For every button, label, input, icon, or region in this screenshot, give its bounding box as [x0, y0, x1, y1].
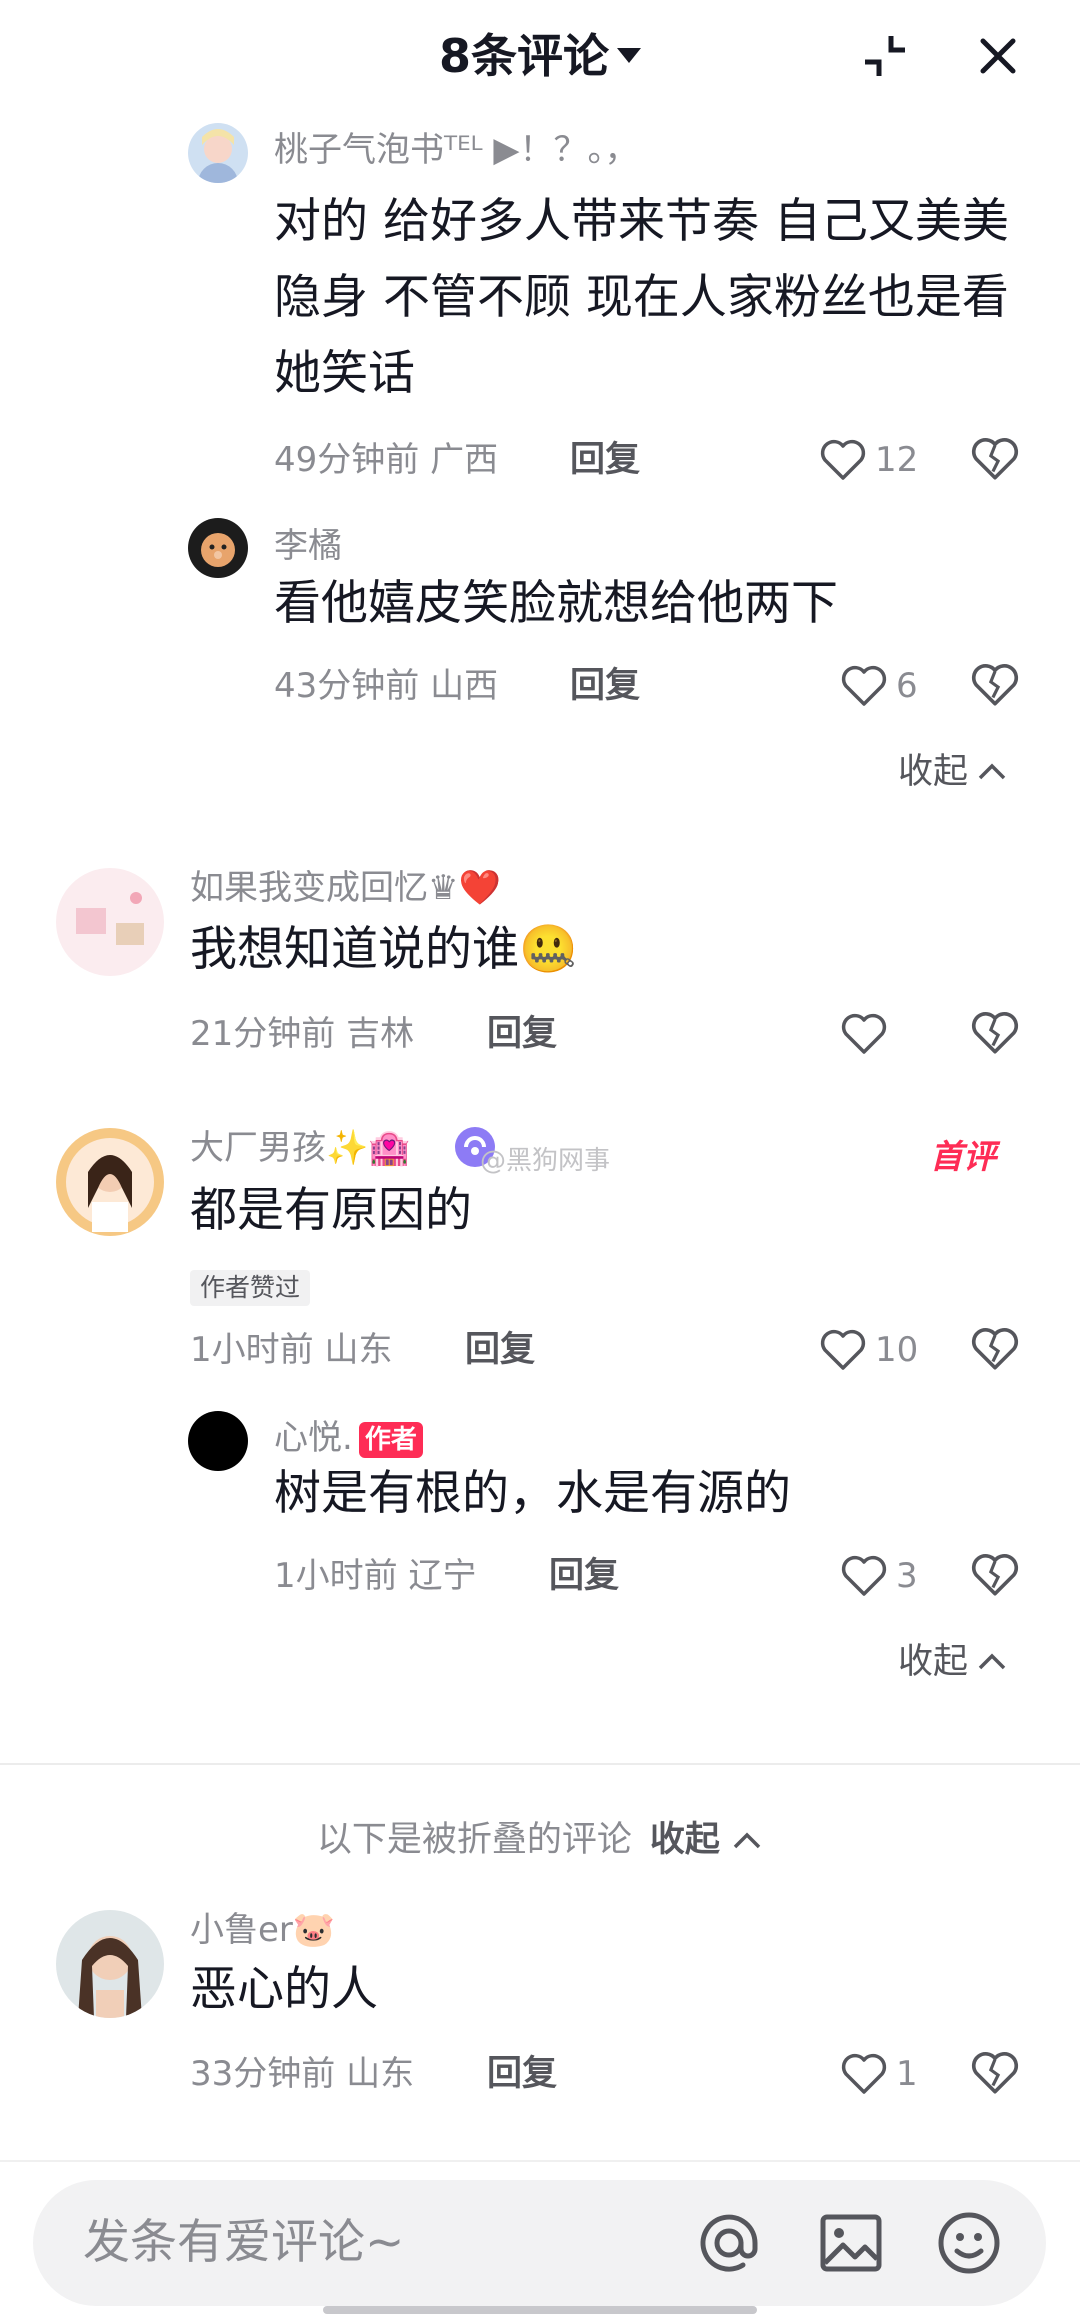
image-icon[interactable]: [815, 2207, 887, 2279]
chevron-up-icon: [733, 1832, 761, 1849]
reply-button[interactable]: 回复: [465, 1328, 535, 1372]
comment-text: 对的 给好多人带来节奏 自己又美美隐身 不管不顾 现在人家粉丝也是看她笑话: [274, 194, 1009, 401]
heart-icon: [820, 439, 866, 480]
like-button[interactable]: 6: [840, 661, 918, 711]
broken-heart-icon: [971, 2052, 1019, 2094]
collapse-arrows-icon: [865, 36, 905, 76]
like-count: 1: [896, 2054, 918, 2094]
like-count: 12: [875, 440, 919, 480]
dislike-button[interactable]: [970, 434, 1020, 484]
heart-icon: [841, 665, 887, 706]
reply-button[interactable]: 回复: [487, 2052, 557, 2096]
at-icon[interactable]: [693, 2207, 765, 2279]
reply-button[interactable]: 回复: [570, 664, 640, 708]
avatar[interactable]: [188, 123, 248, 183]
folded-comments-bar: 以下是被折叠的评论 收起: [0, 1818, 1080, 1862]
comment-meta: 1小时前 辽宁: [274, 1556, 477, 1596]
chevron-up-icon: [978, 1653, 1006, 1670]
heart-icon: [841, 2053, 887, 2094]
broken-heart-icon: [971, 1328, 1019, 1370]
broken-heart-icon: [971, 1554, 1019, 1596]
close-icon: [980, 38, 1016, 74]
collapse-replies-button[interactable]: 收起: [898, 1640, 1008, 1684]
collapse-label: 收起: [898, 752, 969, 792]
close-button[interactable]: [968, 26, 1028, 86]
first-comment-label: 首评: [930, 1137, 996, 1176]
collapse-button[interactable]: [855, 26, 915, 86]
like-button[interactable]: 12: [819, 435, 918, 485]
comment-text: 看他嬉皮笑脸就想给他两下: [274, 576, 838, 631]
comment-text: 恶心的人: [190, 1962, 378, 2017]
dislike-button[interactable]: [970, 1008, 1020, 1058]
like-button[interactable]: 1: [840, 2049, 918, 2099]
section-divider: [0, 1763, 1080, 1765]
avatar[interactable]: [56, 1910, 164, 2018]
author-liked-badge: 作者赞过: [190, 1270, 311, 1306]
comment-input-placeholder: 发条有爱评论~: [83, 2215, 405, 2270]
chevron-up-icon: [978, 763, 1006, 780]
like-button[interactable]: 3: [840, 1551, 918, 1601]
reply-button[interactable]: 回复: [487, 1012, 557, 1056]
avatar[interactable]: [56, 1128, 164, 1236]
comment-username[interactable]: 大厂男孩✨🏩: [190, 1126, 411, 1170]
comment-meta: 1小时前 山东: [190, 1330, 393, 1370]
comment-username[interactable]: 小鲁er🐷: [190, 1908, 335, 1952]
author-badge: 作者: [358, 1421, 423, 1458]
comment-username[interactable]: 如果我变成回忆♛❤️: [190, 866, 501, 910]
avatar[interactable]: [188, 1411, 248, 1471]
avatar[interactable]: [56, 868, 164, 976]
broken-heart-icon: [971, 664, 1019, 706]
like-count: 10: [875, 1330, 919, 1370]
collapse-label: 收起: [898, 1642, 969, 1682]
comment-username[interactable]: 李橘: [274, 524, 342, 568]
like-count: 3: [896, 1556, 918, 1596]
comment-meta: 43分钟前 山西: [274, 666, 499, 706]
comment-meta: 49分钟前 广西: [274, 440, 499, 480]
collapse-replies-button[interactable]: 收起: [898, 750, 1008, 794]
reply-button[interactable]: 回复: [549, 1554, 619, 1598]
broken-heart-icon: [971, 1012, 1019, 1054]
first-comment-badge: 首评: [930, 1130, 996, 1178]
comment-input-bar: 发条有爱评论~: [0, 2160, 1080, 2316]
avatar[interactable]: [188, 518, 248, 578]
heart-icon: [841, 1555, 887, 1596]
comment-username[interactable]: 桃子气泡书ᵀᴱᴸ ▶！？。，: [274, 128, 639, 172]
folded-collapse-button[interactable]: 收起: [650, 1820, 720, 1860]
broken-heart-icon: [971, 438, 1019, 480]
dislike-button[interactable]: [970, 660, 1020, 710]
like-button[interactable]: [840, 1009, 888, 1059]
comment-meta: 33分钟前 山东: [190, 2054, 415, 2094]
comment-count-title: 8条评论: [438, 29, 609, 83]
username-text: 心悦.: [274, 1418, 353, 1458]
reply-button[interactable]: 回复: [570, 438, 640, 482]
heart-icon: [820, 1329, 866, 1370]
heart-icon: [841, 1013, 887, 1054]
dislike-button[interactable]: [970, 2048, 1020, 2098]
like-button[interactable]: 10: [819, 1325, 918, 1375]
comment-text: 我想知道说的谁🤐: [190, 922, 578, 977]
comment-meta: 21分钟前 吉林: [190, 1014, 415, 1054]
comments-header: 8条评论: [0, 0, 1080, 118]
like-count: 6: [896, 666, 918, 706]
home-indicator: [323, 2306, 757, 2314]
caret-down-icon: [617, 48, 641, 63]
comment-text: 都是有原因的: [190, 1183, 472, 1238]
folded-comments-label: 以下是被折叠的评论: [316, 1820, 632, 1860]
emoji-icon[interactable]: [933, 2207, 1005, 2279]
watermark: @黑狗网事: [480, 1146, 611, 1176]
comment-username[interactable]: 心悦. 作者: [274, 1416, 423, 1460]
comment-count-dropdown[interactable]: 8条评论: [0, 26, 1080, 86]
dislike-button[interactable]: [970, 1324, 1020, 1374]
comment-input[interactable]: 发条有爱评论~: [33, 2180, 1046, 2306]
comment-text: 树是有根的，水是有源的: [274, 1466, 791, 1521]
dislike-button[interactable]: [970, 1550, 1020, 1600]
